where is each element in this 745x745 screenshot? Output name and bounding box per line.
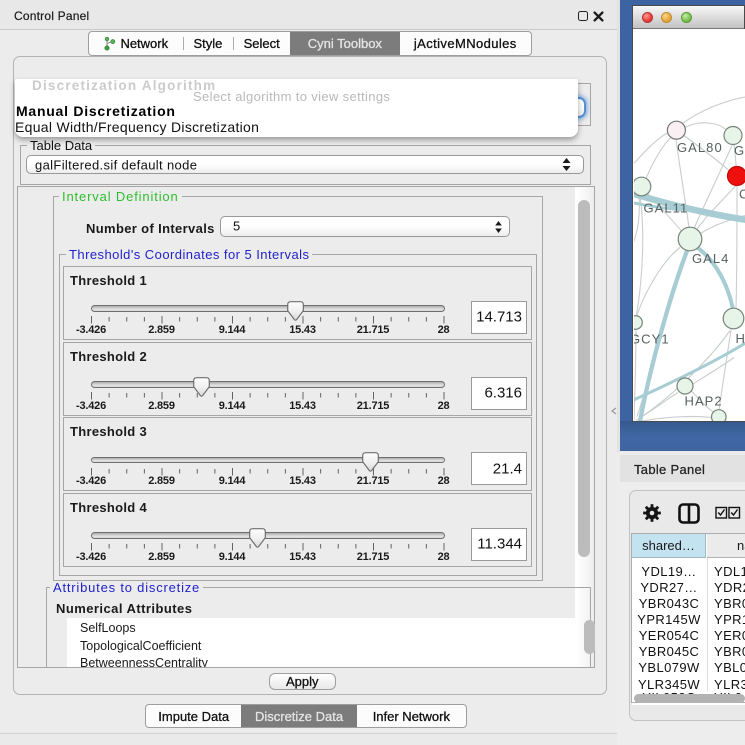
svg-text:GA: GA — [734, 143, 745, 158]
svg-text:GAL80: GAL80 — [677, 140, 723, 155]
svg-text:GCY1: GCY1 — [634, 331, 670, 346]
svg-text:GAL11: GAL11 — [644, 200, 689, 215]
svg-text:HAP2: HAP2 — [685, 393, 723, 408]
svg-text:C: C — [739, 186, 745, 201]
svg-text:HI: HI — [736, 331, 745, 346]
svg-text:GAL4: GAL4 — [692, 251, 729, 266]
